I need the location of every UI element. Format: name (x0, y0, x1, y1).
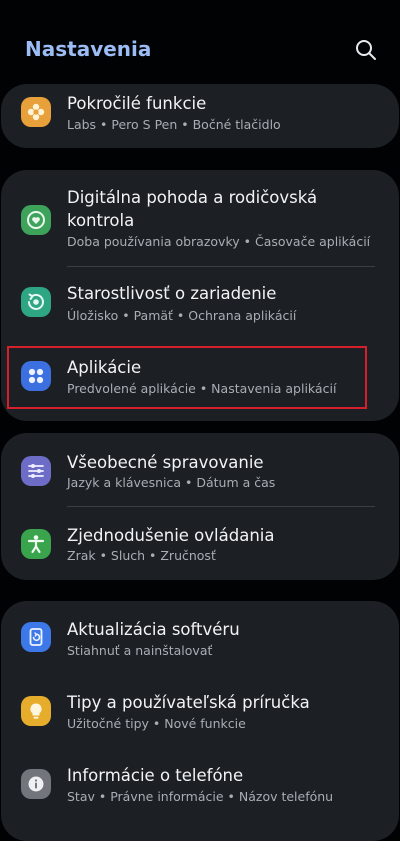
software-update-icon (21, 622, 51, 652)
digital-wellbeing-icon (21, 205, 51, 235)
settings-item-advanced-features[interactable]: Pokročilé funkcie Labs • Pero S Pen • Bo… (1, 84, 399, 148)
settings-item-subtitle: Zrak • Sluch • Zručnosť (67, 548, 216, 563)
settings-item-about-phone[interactable]: Informácie o telefóne Stav • Právne info… (1, 747, 399, 820)
settings-item-subtitle: Stav • Právne informácie • Názov telefón… (67, 789, 334, 804)
device-care-icon (21, 287, 51, 317)
highlight-box (7, 346, 367, 409)
settings-item-title: Informácie o telefóne (67, 766, 244, 785)
settings-item-title: Všeobecné spravovanie (67, 453, 264, 472)
sliders-icon (21, 456, 51, 486)
tips-lightbulb-icon (21, 696, 51, 726)
settings-item-subtitle: Užitočné tipy • Nové funkcie (67, 716, 246, 731)
settings-item-subtitle: Jazyk a klávesnica • Dátum a čas (67, 475, 276, 490)
advanced-features-icon (21, 97, 51, 127)
settings-item-accessibility[interactable]: Zjednodušenie ovládania Zrak • Sluch • Z… (1, 507, 399, 580)
settings-group-general: Všeobecné spravovanie Jazyk a klávesnica… (1, 433, 399, 580)
settings-item-title: Tipy a používateľská príručka (67, 693, 310, 712)
top-app-bar: Nastavenia (0, 0, 400, 84)
settings-item-subtitle: Úložisko • Pamäť • Ochrana aplikácií (67, 308, 297, 323)
settings-item-title: Starostlivosť o zariadenie (67, 284, 277, 303)
settings-item-title-line2: kontrola (67, 211, 135, 230)
settings-item-title: Zjednodušenie ovládania (67, 526, 275, 545)
settings-item-subtitle: Doba používania obrazovky • Časovače apl… (67, 234, 371, 249)
settings-item-software-update[interactable]: Aktualizácia softvéru Stiahnuť a nainšta… (1, 601, 399, 674)
search-icon (356, 40, 376, 60)
accessibility-icon (21, 529, 51, 559)
settings-group-about: Aktualizácia softvéru Stiahnuť a nainšta… (1, 601, 399, 841)
settings-item-general-management[interactable]: Všeobecné spravovanie Jazyk a klávesnica… (1, 433, 399, 506)
settings-item-tips[interactable]: Tipy a používateľská príručka Užitočné t… (1, 674, 399, 747)
search-button[interactable] (352, 36, 380, 64)
settings-item-digital-wellbeing[interactable]: Digitálna pohoda a rodičovská kontrola D… (1, 170, 399, 266)
info-icon (21, 769, 51, 799)
settings-item-device-care[interactable]: Starostlivosť o zariadenie Úložisko • Pa… (1, 267, 399, 339)
settings-item-title: Aktualizácia softvéru (67, 620, 240, 639)
settings-item-title: Digitálna pohoda a rodičovská (67, 188, 318, 207)
settings-item-subtitle: Stiahnuť a nainštalovať (67, 643, 213, 658)
settings-item-subtitle: Labs • Pero S Pen • Bočné tlačidlo (67, 117, 281, 132)
settings-item-title: Pokročilé funkcie (67, 94, 207, 113)
settings-group-advanced: Pokročilé funkcie Labs • Pero S Pen • Bo… (1, 84, 399, 148)
page-title: Nastavenia (25, 37, 152, 61)
